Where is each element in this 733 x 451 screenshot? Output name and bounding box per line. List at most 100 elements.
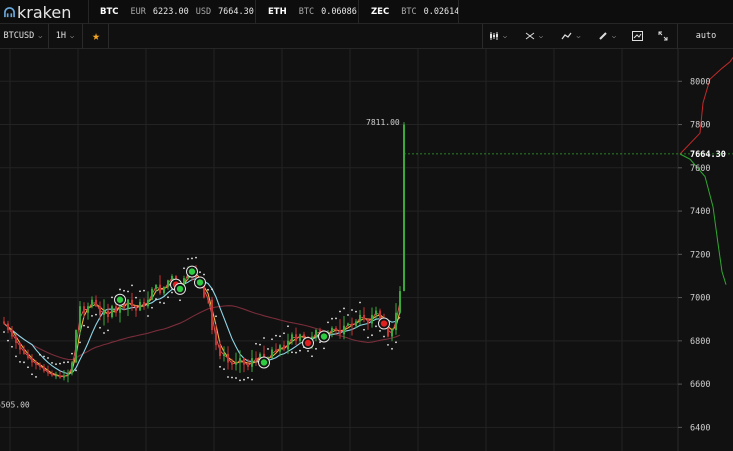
buy-signal-marker [260, 359, 268, 366]
chevron-down-icon: ⌵ [502, 32, 508, 40]
fullscreen-button[interactable] [652, 24, 674, 48]
price-tick-label: 7000 [690, 294, 710, 304]
scale-mode-button[interactable]: auto [679, 24, 733, 48]
ticker-eth[interactable]: ETH BTC 0.06086 [268, 0, 357, 24]
price-chart[interactable]: 6400 6600 6800 7000 7200 7400 7600 7800 8000 766… [0, 49, 733, 451]
candle-body [291, 334, 293, 341]
sar-dot [43, 355, 45, 358]
interval-select[interactable]: 1H ⌵ [50, 24, 80, 48]
ticker-symbol: ZEC [371, 7, 390, 17]
line-tools-button[interactable]: ⌵ [554, 24, 588, 48]
brand-name: kraken [17, 2, 72, 22]
chart-toolbar: BTCUSD ⌵ 1H ⌵ ★ ⌵ ⌵ ⌵ ⌵ auto [0, 24, 733, 49]
sar-dot [283, 332, 285, 335]
sar-dot [211, 288, 213, 291]
candle-body [359, 314, 361, 322]
indicators-icon [525, 32, 535, 40]
sar-dot [355, 310, 357, 313]
candle-body [31, 358, 33, 363]
candle-body [355, 321, 357, 326]
candle-body [403, 124, 405, 292]
sar-dot [15, 355, 17, 358]
price-tick-label: 7200 [690, 250, 710, 260]
price-tick-label: 8000 [690, 77, 710, 87]
candle-body [75, 330, 77, 363]
ticker-pair-label: BTC [298, 7, 315, 17]
sar-dot [343, 307, 345, 310]
sar-dot [271, 338, 273, 341]
sar-dot [183, 267, 185, 270]
ticker-price: 7664.30 [218, 7, 254, 17]
candle-body [83, 306, 85, 313]
indicators-button[interactable]: ⌵ [518, 24, 550, 48]
candle-body [335, 327, 337, 331]
chevron-down-icon: ⌵ [38, 32, 43, 40]
buy-signal-marker [188, 268, 196, 275]
candle-body [99, 306, 101, 315]
candle-body [339, 330, 341, 335]
candle-body [135, 306, 137, 311]
high-price-label: 7811.00 [366, 118, 400, 127]
ticker-pair-label: EUR [130, 7, 146, 17]
kraken-logo[interactable]: kraken [4, 2, 71, 22]
chart-canvas[interactable]: 6400 6600 6800 7000 7200 7400 7600 7800 8000 766… [0, 49, 733, 451]
sar-dot [279, 335, 281, 338]
divider [88, 0, 89, 24]
sar-dot [307, 350, 309, 352]
divider [677, 24, 678, 49]
candle-body [391, 330, 393, 337]
candle-body [163, 286, 165, 294]
sar-dot [19, 360, 21, 363]
last-price-label: 7664.30 [690, 150, 726, 160]
sar-dot [31, 373, 33, 376]
candle-body [23, 349, 25, 354]
sar-dot [395, 341, 397, 344]
candle-body [111, 306, 113, 318]
top-bar: kraken BTC EUR 6223.00 USD 7664.30 ETH B… [0, 0, 733, 24]
sar-dot [71, 352, 73, 355]
sar-dot [235, 377, 237, 379]
candle-body [367, 319, 369, 324]
sar-dot [59, 362, 61, 365]
chevron-down-icon: ⌵ [611, 32, 617, 40]
ticker-btc[interactable]: BTC EUR 6223.00 USD 7664.30 [100, 0, 254, 24]
sar-dot [147, 315, 149, 317]
candle-body [371, 314, 373, 324]
candle-body [351, 323, 353, 326]
candle-body [331, 327, 333, 333]
sar-dot [203, 273, 205, 276]
sar-dot [151, 306, 153, 309]
draw-tools-button[interactable]: ⌵ [592, 24, 622, 48]
sar-dot [251, 378, 253, 381]
sar-dot [123, 289, 125, 292]
sar-dot [275, 334, 277, 337]
favorite-button[interactable]: ★ [86, 24, 106, 48]
divider [358, 0, 359, 24]
ticker-price: 6223.00 [152, 7, 189, 17]
buy-signal-marker [196, 279, 204, 286]
candle-body [139, 301, 141, 311]
kraken-logo-icon [4, 6, 15, 17]
candle-body [275, 349, 277, 352]
sar-dot [195, 256, 197, 259]
candle-body [271, 349, 273, 359]
sar-dot [67, 361, 69, 363]
sar-dot [35, 376, 37, 378]
ticker-symbol: BTC [100, 7, 119, 17]
ticker-zec[interactable]: ZEC BTC 0.02614 [371, 0, 459, 24]
sar-dot [291, 351, 293, 354]
sar-dot [331, 317, 333, 320]
sar-dot [127, 290, 129, 293]
price-tick-label: 7400 [690, 207, 710, 217]
candle-body [55, 375, 57, 377]
interval-label: 1H [55, 31, 67, 41]
sar-dot [363, 328, 365, 331]
chart-type-button[interactable]: ⌵ [484, 24, 512, 48]
candle-body [223, 353, 225, 356]
pair-select[interactable]: BTCUSD ⌵ [0, 24, 46, 48]
divider [82, 24, 83, 49]
chart-image-button[interactable] [626, 24, 648, 48]
candle-body [3, 321, 5, 324]
sar-dot [387, 343, 389, 346]
candlestick-icon [489, 32, 498, 40]
